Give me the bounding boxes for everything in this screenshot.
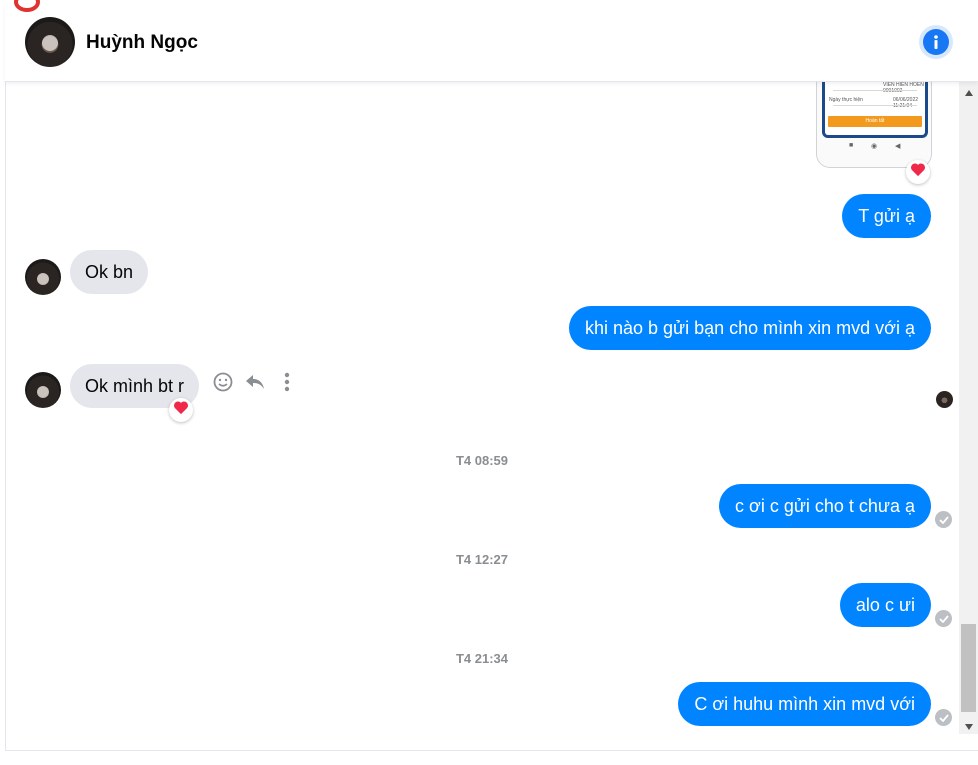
sent-message[interactable]: T gửi ạ — [842, 194, 931, 238]
contact-avatar[interactable] — [25, 372, 61, 408]
message-timestamp: T4 08:59 — [455, 453, 509, 468]
seen-avatar — [936, 391, 953, 408]
sent-check-icon — [935, 610, 952, 627]
heart-reaction[interactable] — [906, 160, 930, 184]
image-text: VIEN HIEN HOEN 0001002 — [883, 82, 924, 94]
image-text: 06/06/2022 11:21:04 — [893, 97, 919, 109]
reply-button[interactable] — [244, 373, 266, 395]
image-button: Hoàn tất — [828, 116, 922, 127]
message-scrollbar[interactable] — [959, 82, 978, 734]
scrollbar-thumb[interactable] — [961, 624, 976, 712]
received-message[interactable]: Ok bn — [70, 250, 149, 294]
message-hover-actions — [212, 372, 298, 396]
message-timestamp: T4 21:34 — [455, 651, 509, 666]
smiley-icon — [213, 372, 233, 397]
triangle-down-icon — [964, 717, 973, 735]
react-button[interactable] — [212, 372, 234, 397]
heart-reaction[interactable] — [169, 398, 193, 422]
sent-message[interactable]: khi nào b gửi bạn cho mình xin mvd với ạ — [568, 306, 931, 350]
sent-message[interactable]: C ơi huhu mình xin mvd với — [678, 682, 931, 726]
more-vertical-icon — [284, 372, 290, 397]
image-text: Ngày thực hiện — [829, 97, 863, 103]
divider — [833, 90, 917, 91]
contact-avatar[interactable] — [25, 17, 75, 67]
scroll-down-button[interactable] — [959, 716, 978, 736]
sent-check-icon — [935, 709, 952, 726]
chat-window: Huỳnh Ngọc VIEN HIEN HOEN 0001002 Ngày t… — [0, 0, 978, 765]
sent-message[interactable]: alo c ưi — [839, 583, 931, 627]
heart-icon — [173, 400, 189, 420]
image-phone-frame: VIEN HIEN HOEN 0001002 Ngày thực hiện 06… — [822, 82, 928, 138]
conversation-info-button[interactable] — [919, 25, 953, 59]
more-button[interactable] — [276, 372, 298, 397]
sent-message[interactable]: c ơi c gửi cho t chưa ạ — [719, 484, 931, 528]
info-icon — [923, 29, 949, 55]
divider — [833, 105, 917, 106]
sent-check-icon — [935, 511, 952, 528]
contact-name[interactable]: Huỳnh Ngọc — [86, 32, 198, 54]
divider — [5, 750, 978, 751]
sent-image-attachment[interactable]: VIEN HIEN HOEN 0001002 Ngày thực hiện 06… — [816, 82, 932, 168]
conversation-header: Huỳnh Ngọc — [5, 4, 978, 82]
heart-icon — [910, 162, 926, 182]
message-timestamp: T4 12:27 — [455, 552, 509, 567]
reply-icon — [245, 373, 265, 396]
contact-avatar[interactable] — [25, 259, 61, 295]
message-list: VIEN HIEN HOEN 0001002 Ngày thực hiện 06… — [5, 82, 959, 750]
triangle-up-icon — [964, 83, 973, 101]
scroll-up-button[interactable] — [959, 82, 978, 102]
